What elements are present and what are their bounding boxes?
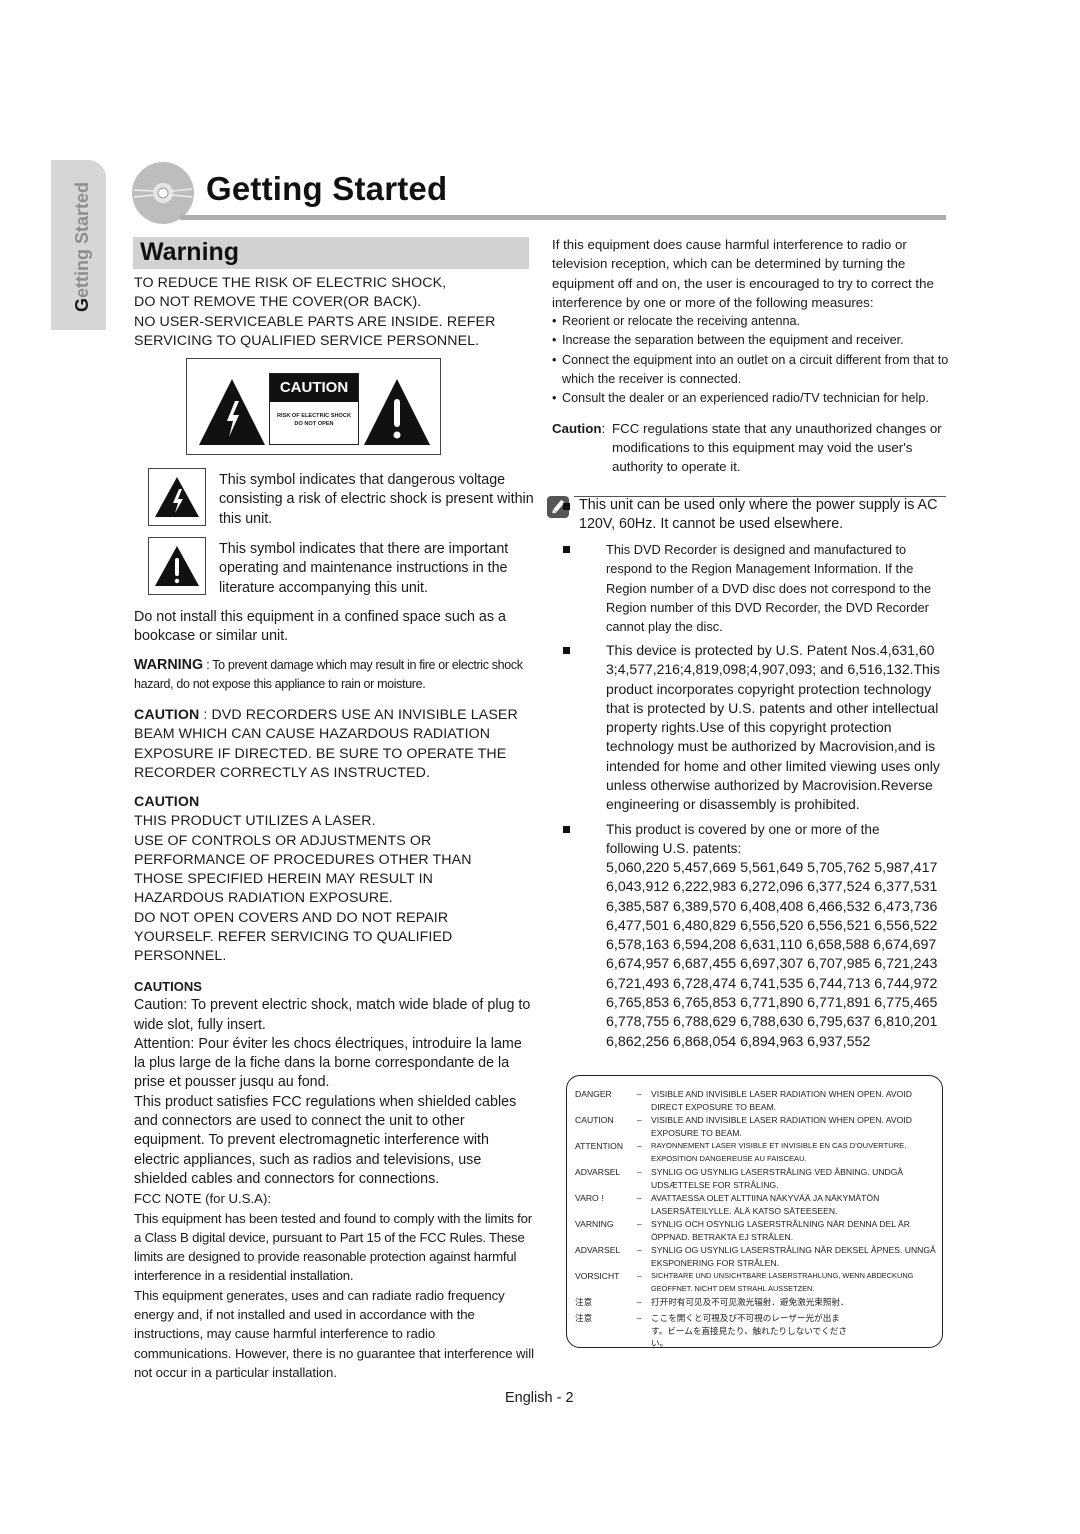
caution-block-line: USE OF CONTROLS OR ADJUSTMENTS OR <box>134 832 432 849</box>
cautions-section: CAUTIONS Caution: To prevent electric sh… <box>134 977 534 1382</box>
square-bullet-icon <box>563 546 570 553</box>
caution-laser-label: CAUTION <box>134 707 200 723</box>
lightning-symbol-description: This symbol indicates that dangerous vol… <box>219 472 534 527</box>
patent-row: 6,385,587 6,389,570 6,408,408 6,466,532 … <box>606 898 938 915</box>
interference-intro: If this equipment does cause harmful int… <box>552 237 934 310</box>
caution-block-line: HAZARDOUS RADIATION EXPOSURE. <box>134 890 393 907</box>
caution-sign: CAUTION RISK OF ELECTRIC SHOCK DO NOT OP… <box>186 358 441 455</box>
patent-row: 6,778,755 6,788,629 6,788,630 6,795,637 … <box>606 1014 938 1031</box>
patent-row: 6,862,256 6,868,054 6,894,963 6,937,552 <box>606 1033 871 1050</box>
page-number: English - 2 <box>505 1390 574 1406</box>
caution-block-line: DO NOT OPEN COVERS AND DO NOT REPAIR <box>134 909 449 926</box>
fcc-caution-label: Caution <box>552 420 602 436</box>
square-bullet-icon <box>563 503 570 510</box>
lightning-triangle-icon <box>199 379 265 445</box>
patent-row: 5,060,220 5,457,669 5,561,649 5,705,762 … <box>606 860 938 876</box>
title-divider <box>180 215 946 220</box>
cautions-paragraph: Caution: To prevent electric shock, matc… <box>134 997 531 1033</box>
caution-block-heading: CAUTION <box>134 794 200 810</box>
section-title: Warning <box>140 238 240 266</box>
patent-row: 6,477,501 6,480,829 6,556,520 6,556,521 … <box>606 917 938 934</box>
patent-row: 6,674,957 6,687,455 6,697,307 6,707,985 … <box>606 956 938 973</box>
caution-label-text: RISK OF ELECTRIC SHOCK DO NOT OPEN <box>277 413 351 427</box>
side-tab-label: Getting Started <box>72 181 92 312</box>
caution-label-heading: CAUTION <box>270 374 358 402</box>
caution-block-line: PERFORMANCE OF PROCEDURES OTHER THAN <box>134 851 472 868</box>
caution-block: CAUTION THIS PRODUCT UTILIZES A LASER. U… <box>134 793 534 967</box>
laser-warning-label: DANGER – VISIBLE AND INVISIBLE LASER RADIA… <box>566 1075 943 1348</box>
warning-intro: TO REDUCE THE RISK OF ELECTRIC SHOCK, DO… <box>134 274 534 351</box>
warning-paragraph: WARNING : To prevent damage which may re… <box>134 656 534 694</box>
cautions-paragraph: Attention: Pour éviter les chocs électri… <box>134 1035 522 1091</box>
patent-row: 6,043,912 6,222,983 6,272,096 6,377,524 … <box>606 879 938 896</box>
side-tab: Getting Started <box>51 160 106 330</box>
patent-row: 6,721,493 6,728,474 6,741,535 6,744,713 … <box>606 975 938 992</box>
warning-intro-line: SERVICING TO QUALIFIED SERVICE PERSONNEL… <box>134 332 480 349</box>
caution-block-line: PERSONNEL. <box>134 948 227 965</box>
patent-row: 6,578,163 6,594,208 6,631,110 6,658,588 … <box>606 937 937 954</box>
cautions-paragraph: This equipment has been tested and found… <box>134 1210 532 1284</box>
interference-section: If this equipment does cause harmful int… <box>552 235 952 475</box>
caution-laser-paragraph: CAUTION : DVD RECORDERS USE AN INVISIBLE… <box>134 706 534 783</box>
exclamation-symbol-description: This symbol indicates that there are imp… <box>219 541 509 596</box>
patent-row: 6,765,853 6,765,853 6,771,890 6,771,891 … <box>606 995 938 1012</box>
square-bullet-icon <box>563 826 570 833</box>
square-bullet-icon <box>563 647 570 654</box>
measure-item: Increase the separation between the equi… <box>552 331 952 351</box>
cautions-paragraph: This equipment generates, uses and can r… <box>134 1287 534 1380</box>
measure-item: Consult the dealer or an experienced rad… <box>552 389 952 409</box>
caution-block-line: THOSE SPECIFIED HEREIN MAY RESULT IN <box>134 871 433 888</box>
measure-item: Reorient or relocate the receiving anten… <box>552 312 952 332</box>
measure-item: Connect the equipment into an outlet on … <box>552 351 952 390</box>
lightning-triangle-icon <box>155 477 199 517</box>
caution-block-line: YOURSELF. REFER SERVICING TO QUALIFIED <box>134 929 453 946</box>
fcc-note-heading: FCC NOTE (for U.S.A): <box>134 1191 272 1207</box>
warning-intro-line: DO NOT REMOVE THE COVER(OR BACK). <box>134 294 422 311</box>
install-note: Do not install this equipment in a confi… <box>134 609 506 645</box>
caution-label: CAUTION RISK OF ELECTRIC SHOCK DO NOT OP… <box>269 373 359 445</box>
warning-intro-line: TO REDUCE THE RISK OF ELECTRIC SHOCK, <box>134 275 447 291</box>
exclamation-triangle-icon <box>155 546 199 586</box>
exclamation-symbol-box <box>148 537 206 595</box>
caution-block-line: THIS PRODUCT UTILIZES A LASER. <box>134 813 376 830</box>
warning-intro-line: NO USER-SERVICEABLE PARTS ARE INSIDE. RE… <box>134 313 496 330</box>
exclamation-triangle-icon <box>364 379 430 445</box>
cautions-paragraph: This product satisfies FCC regulations w… <box>134 1093 517 1187</box>
page-title: Getting Started <box>206 170 448 207</box>
patent-list: 5,060,220 5,457,669 5,561,649 5,705,762 … <box>606 859 951 1052</box>
fcc-caution: Caution: FCC regulations state that any … <box>552 419 952 475</box>
interference-measures: Reorient or relocate the receiving anten… <box>552 312 952 409</box>
fcc-caution-text: FCC regulations state that any unauthori… <box>612 420 942 475</box>
lightning-symbol-box <box>148 468 206 526</box>
cautions-heading: CAUTIONS <box>134 979 202 994</box>
warning-label: WARNING <box>134 657 204 673</box>
